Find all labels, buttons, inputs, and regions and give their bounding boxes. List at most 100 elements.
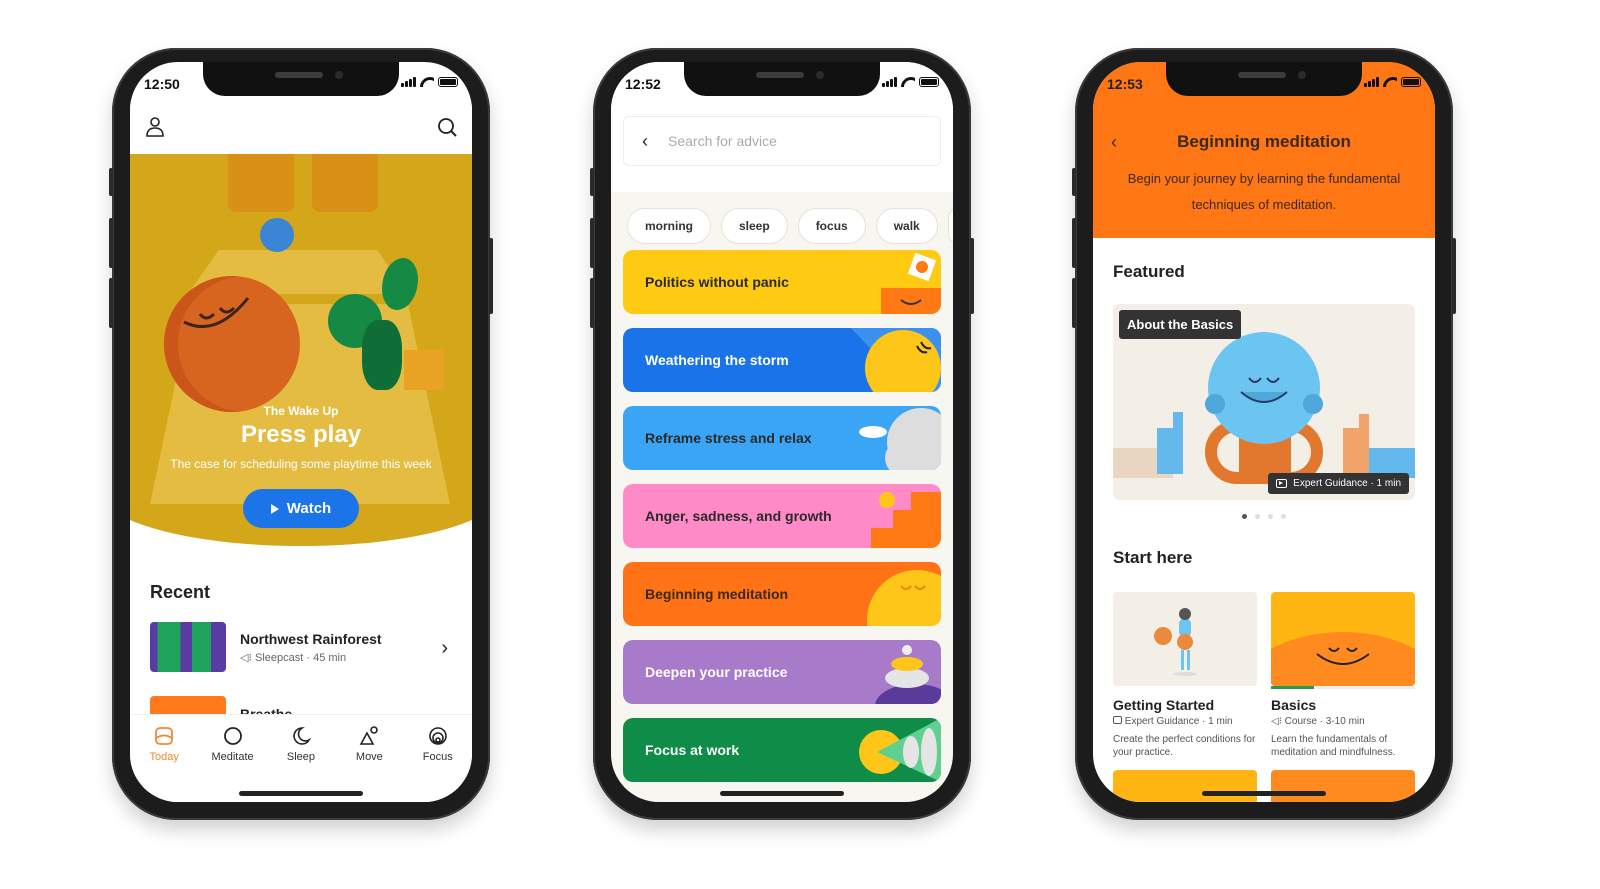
card-beginning-meditation[interactable]: Beginning meditation xyxy=(623,562,941,626)
watch-button[interactable]: Watch xyxy=(242,489,360,528)
course-item-description: Create the perfect conditions for your p… xyxy=(1113,734,1256,758)
tab-label: Move xyxy=(355,751,383,763)
status-time: 12:53 xyxy=(1107,76,1143,92)
card-label: Anger, sadness, and growth xyxy=(645,508,832,524)
course-description: Begin your journey by learning the funda… xyxy=(1127,171,1401,212)
carousel-dot[interactable] xyxy=(1268,514,1273,519)
power-button xyxy=(1452,238,1456,314)
carousel-dots xyxy=(1093,514,1435,519)
course-item-description: Learn the fundamentals of meditation and… xyxy=(1271,734,1396,758)
featured-heading: Featured xyxy=(1113,262,1185,281)
course-thumbnail[interactable] xyxy=(1271,770,1415,802)
sun-illustration xyxy=(851,328,941,392)
mute-switch xyxy=(1072,168,1076,196)
sleepy-sun-illustration xyxy=(867,570,941,626)
course-item-getting-started[interactable]: Getting Started Expert Guidance · 1 min … xyxy=(1113,592,1257,759)
watch-button-label: Watch xyxy=(286,500,332,517)
course-item-meta: Course · 3-10 min xyxy=(1284,716,1365,727)
volume-down xyxy=(590,278,594,328)
course-thumbnail[interactable] xyxy=(1113,770,1257,802)
card-anger-sadness-and-growth[interactable]: Anger, sadness, and growth xyxy=(623,484,941,548)
search-header: ‹ Search for advice xyxy=(611,102,953,192)
card-politics-without-panic[interactable]: Politics without panic xyxy=(623,250,941,314)
screen: 12:52 ‹ Search for advice morning sleep … xyxy=(611,62,953,802)
topic-cards: Politics without panic Weathering the st… xyxy=(623,250,941,796)
screen: ‹ Beginning meditation Begin your journe… xyxy=(1093,62,1435,802)
chip-sleep[interactable]: sleep xyxy=(721,208,788,244)
audio-icon: ◁⁝ xyxy=(240,651,256,664)
topic-chips: morning sleep focus walk xyxy=(627,208,953,244)
status-time: 12:50 xyxy=(144,76,180,92)
window-pane xyxy=(228,154,294,212)
tab-focus[interactable]: Focus xyxy=(408,725,468,802)
progress-bar xyxy=(1271,686,1415,689)
focus-icon xyxy=(428,727,447,745)
signal-icon xyxy=(882,77,897,87)
tab-label: Today xyxy=(149,751,179,763)
wifi-icon xyxy=(420,77,434,87)
featured-card[interactable]: About the Basics Expert Guidance · 1 min xyxy=(1113,304,1415,500)
top-bar xyxy=(130,102,472,154)
recent-heading: Recent xyxy=(150,582,211,602)
card-deepen-your-practice[interactable]: Deepen your practice xyxy=(623,640,941,704)
tennis-ball-illustration xyxy=(260,218,294,252)
card-focus-at-work[interactable]: Focus at work xyxy=(623,718,941,782)
carousel-dot[interactable] xyxy=(1281,514,1286,519)
plant-illustration xyxy=(362,320,402,390)
hero-headline: Press play xyxy=(240,421,362,448)
audio-icon: ◁⁝ xyxy=(1271,716,1282,727)
course-item-meta: Expert Guidance · 1 min xyxy=(1124,716,1233,727)
carousel-dot[interactable] xyxy=(1255,514,1260,519)
chevron-right-icon: › xyxy=(441,637,448,659)
search-icon[interactable] xyxy=(436,116,458,138)
volume-down xyxy=(1072,278,1076,328)
today-icon xyxy=(155,727,174,745)
recent-item[interactable]: Northwest Rainforest ◁⁝ Sleepcast · 45 m… xyxy=(150,617,452,677)
plant-pot xyxy=(404,350,444,390)
chip-walk[interactable]: walk xyxy=(875,208,938,244)
featured-card-badge: Expert Guidance · 1 min xyxy=(1268,473,1409,494)
move-icon xyxy=(360,726,379,745)
volume-up xyxy=(109,218,113,268)
search-input[interactable]: ‹ Search for advice xyxy=(623,116,941,166)
home-indicator[interactable] xyxy=(1202,791,1326,796)
screen: 12:50 The Wake Up Press play The case fo… xyxy=(130,62,472,802)
video-icon xyxy=(1113,716,1122,724)
battery-icon xyxy=(1401,77,1421,87)
chip-morning[interactable]: morning xyxy=(627,208,711,244)
notch xyxy=(684,62,880,96)
home-indicator[interactable] xyxy=(239,791,363,796)
stairs-illustration xyxy=(871,492,941,548)
back-chevron-icon[interactable]: ‹ xyxy=(642,131,648,152)
tab-label: Sleep xyxy=(286,751,316,763)
cloud-illustration xyxy=(859,408,941,470)
power-button xyxy=(489,238,493,314)
mute-switch xyxy=(590,168,594,196)
home-indicator[interactable] xyxy=(720,791,844,796)
hero-banner[interactable]: The Wake Up Press play The case for sche… xyxy=(130,154,472,546)
rainforest-thumbnail xyxy=(150,622,226,672)
basics-thumbnail xyxy=(1271,592,1415,686)
card-weathering-the-storm[interactable]: Weathering the storm xyxy=(623,328,941,392)
card-label: Beginning meditation xyxy=(645,586,789,602)
wifi-icon xyxy=(901,77,915,87)
tab-today[interactable]: Today xyxy=(134,725,194,802)
card-label: Focus at work xyxy=(645,742,740,758)
course-item-basics[interactable]: Basics ◁⁝ Course · 3-10 min Learn the fu… xyxy=(1271,592,1415,759)
tab-label: Meditate xyxy=(211,751,254,763)
profile-icon[interactable] xyxy=(144,116,166,138)
card-label: Reframe stress and relax xyxy=(645,430,812,446)
course-title: Beginning meditation xyxy=(1177,132,1351,151)
focus-beam-illustration xyxy=(859,718,941,782)
phone-search: 12:52 ‹ Search for advice morning sleep … xyxy=(590,48,974,820)
course-item-title: Basics xyxy=(1271,697,1317,713)
status-time: 12:52 xyxy=(625,76,661,92)
carousel-dot[interactable] xyxy=(1242,514,1247,519)
battery-icon xyxy=(438,77,458,87)
chip-overflow[interactable] xyxy=(947,208,953,244)
card-reframe-stress-and-relax[interactable]: Reframe stress and relax xyxy=(623,406,941,470)
more-courses-row xyxy=(1113,770,1415,802)
search-placeholder: Search for advice xyxy=(668,133,777,149)
phone-today: 12:50 The Wake Up Press play The case fo… xyxy=(109,48,493,820)
chip-focus[interactable]: focus xyxy=(797,208,866,244)
